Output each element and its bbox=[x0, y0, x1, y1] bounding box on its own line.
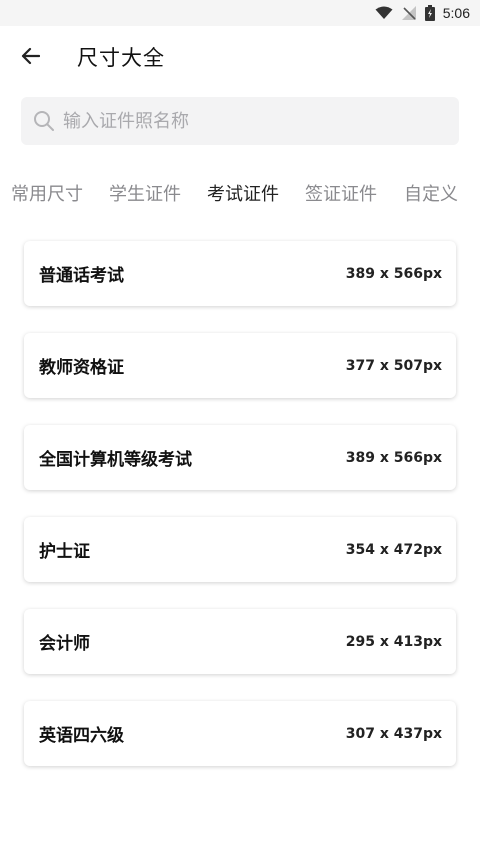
item-size: 377 x 507px bbox=[345, 357, 442, 374]
item-name: 护士证 bbox=[39, 542, 90, 562]
tab-student-ids[interactable]: 学生证件 bbox=[109, 180, 181, 206]
app-bar: 尺寸大全 bbox=[0, 26, 480, 86]
battery-icon bbox=[424, 5, 435, 21]
search-bar[interactable] bbox=[21, 97, 459, 145]
search-icon bbox=[34, 111, 54, 131]
item-size: 354 x 472px bbox=[345, 541, 442, 558]
item-name: 全国计算机等级考试 bbox=[39, 450, 192, 470]
item-name: 英语四六级 bbox=[39, 726, 124, 746]
search-input[interactable] bbox=[63, 110, 423, 132]
tab-visa-ids[interactable]: 签证证件 bbox=[305, 180, 377, 206]
list-item[interactable]: 全国计算机等级考试 389 x 566px bbox=[24, 425, 456, 490]
item-name: 会计师 bbox=[39, 634, 90, 654]
category-tabs: 常用尺寸 学生证件 考试证件 签证证件 自定义 bbox=[0, 172, 480, 214]
back-button[interactable] bbox=[14, 40, 46, 72]
tab-custom[interactable]: 自定义 bbox=[404, 180, 458, 206]
item-size: 295 x 413px bbox=[345, 633, 442, 650]
list-item[interactable]: 英语四六级 307 x 437px bbox=[24, 701, 456, 766]
tab-common-sizes[interactable]: 常用尺寸 bbox=[11, 180, 83, 206]
status-time: 5:06 bbox=[442, 5, 470, 21]
page-title: 尺寸大全 bbox=[77, 46, 165, 70]
item-size: 389 x 566px bbox=[345, 449, 442, 466]
item-size: 307 x 437px bbox=[345, 725, 442, 742]
no-signal-icon bbox=[401, 6, 416, 20]
arrow-left-icon bbox=[21, 47, 40, 65]
list-item[interactable]: 普通话考试 389 x 566px bbox=[24, 241, 456, 306]
item-name: 普通话考试 bbox=[39, 266, 124, 286]
list-item[interactable]: 教师资格证 377 x 507px bbox=[24, 333, 456, 398]
item-size: 389 x 566px bbox=[345, 265, 442, 282]
list-item[interactable]: 会计师 295 x 413px bbox=[24, 609, 456, 674]
list-item[interactable]: 护士证 354 x 472px bbox=[24, 517, 456, 582]
item-name: 教师资格证 bbox=[39, 358, 124, 378]
tab-exam-ids[interactable]: 考试证件 bbox=[207, 180, 279, 206]
wifi-icon bbox=[375, 6, 393, 19]
status-bar: 5:06 bbox=[0, 0, 480, 26]
